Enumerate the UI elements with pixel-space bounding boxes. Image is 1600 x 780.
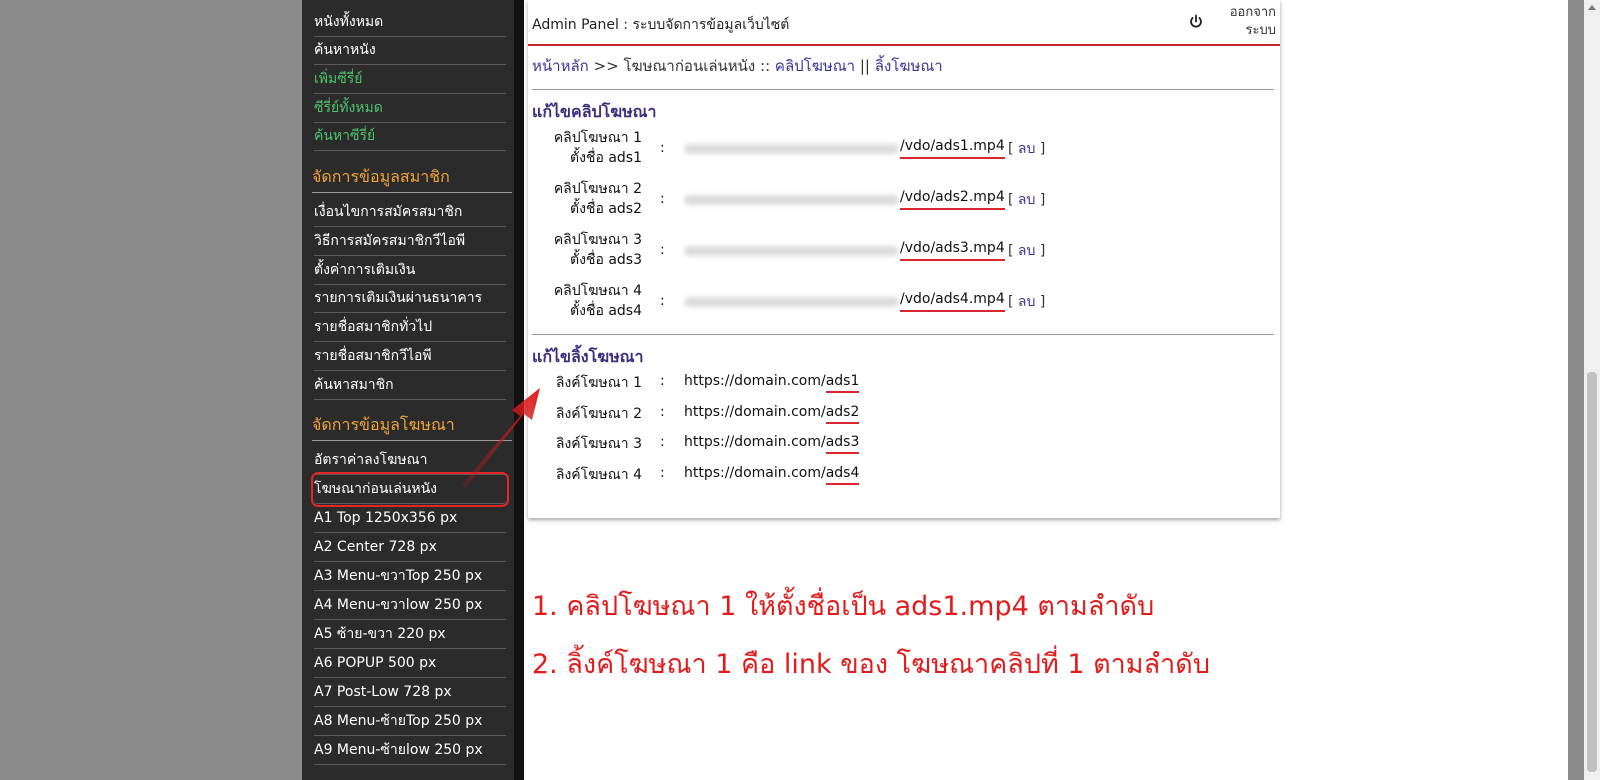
delete-clip-2: [ ลบ ] (1008, 192, 1046, 208)
delete-link[interactable]: ลบ (1018, 294, 1035, 310)
logout-button[interactable]: ออกจาก ระบบ (1212, 4, 1276, 40)
ad-link-url: https://domain.com/ads3 (684, 434, 860, 454)
clip-path: /vdo/ads1.mp4 (900, 138, 1005, 159)
clip-label: คลิปโฆษณา 2 ตั้งชื่อ ads2 (553, 181, 642, 217)
sidebar-item-ad-rates[interactable]: อัตราค่าลงโฆษณา (314, 446, 506, 475)
sidebar-item-search-movies[interactable]: ค้นหาหนัง (314, 36, 506, 65)
row-colon: : (660, 191, 665, 207)
sidebar-item-all-movies[interactable]: หนังทั้งหมด (314, 8, 506, 37)
sidebar-item-search-members[interactable]: ค้นหาสมาชิก (314, 371, 506, 400)
divider (532, 89, 1274, 90)
blurred-url-prefix (684, 297, 899, 307)
sidebar-item-a6[interactable]: A6 POPUP 500 px (314, 649, 506, 678)
breadcrumb: หน้าหลัก >> โฆษณาก่อนเล่นหนัง :: คลิปโฆษ… (532, 54, 943, 78)
breadcrumb-home-link[interactable]: หน้าหลัก (532, 57, 589, 75)
delete-link[interactable]: ลบ (1018, 192, 1035, 208)
row-colon: : (660, 465, 665, 481)
clip-label: คลิปโฆษณา 4 ตั้งชื่อ ads4 (553, 283, 642, 319)
power-icon[interactable] (1188, 14, 1204, 30)
row-colon: : (660, 434, 665, 450)
blurred-url-prefix (684, 144, 899, 154)
breadcrumb-links-link[interactable]: ลิ้งโฆษณา (875, 57, 943, 75)
sidebar-header-members: จัดการข้อมูลสมาชิก (312, 162, 512, 193)
page-scrollbar[interactable] (1584, 0, 1600, 780)
breadcrumb-clips-link[interactable]: คลิปโฆษณา (775, 57, 855, 75)
clip-row: คลิปโฆษณา 2 ตั้งชื่อ ads2 : /vdo/ads2.mp4… (532, 179, 1272, 221)
sidebar-item-a7[interactable]: A7 Post-Low 728 px (314, 678, 506, 707)
link-row: ลิงค์โฆษณา 4 : https://domain.com/ads4 (532, 465, 1272, 487)
clip-row: คลิปโฆษณา 3 ตั้งชื่อ ads3 : /vdo/ads3.mp4… (532, 230, 1272, 272)
instruction-note-2: 2. ลิ้งค์โฆษณา 1 คือ link ของ โฆษณาคลิปท… (532, 649, 1210, 680)
clip-path: /vdo/ads2.mp4 (900, 189, 1005, 210)
scrollbar-thumb[interactable] (1587, 372, 1597, 772)
clip-path: /vdo/ads3.mp4 (900, 240, 1005, 261)
sidebar-item-a1[interactable]: A1 Top 1250x356 px (314, 504, 506, 533)
clip-label: คลิปโฆษณา 1 ตั้งชื่อ ads1 (553, 130, 642, 166)
link-row: ลิงค์โฆษณา 1 : https://domain.com/ads1 (532, 373, 1272, 395)
sidebar-header-ads: จัดการข้อมูลโฆษณา (312, 410, 512, 441)
breadcrumb-separator: :: (760, 57, 771, 75)
scroll-up-arrow-icon[interactable] (1587, 3, 1597, 11)
top-bar: Admin Panel : ระบบจัดการข้อมูลเว็บไซต์ อ… (528, 0, 1280, 46)
clip-row: คลิปโฆษณา 4 ตั้งชื่อ ads4 : /vdo/ads4.mp4… (532, 281, 1272, 323)
delete-clip-3: [ ลบ ] (1008, 243, 1046, 259)
sidebar-item-vip-howto[interactable]: วิธีการสมัครสมาชิกวีไอพี (314, 227, 506, 256)
clip-label: คลิปโฆษณา 3 ตั้งชื่อ ads3 (553, 232, 642, 268)
instruction-note-1: 1. คลิปโฆษณา 1 ให้ตั้งชื่อเป็น ads1.mp4 … (532, 591, 1155, 622)
sidebar-item-bank-topups[interactable]: รายการเติมเงินผ่านธนาคาร (314, 284, 506, 313)
link-label: ลิงค์โฆษณา 3 (555, 436, 642, 452)
breadcrumb-separator: || (859, 57, 870, 75)
link-label: ลิงค์โฆษณา 1 (555, 375, 642, 391)
ad-link-url: https://domain.com/ads2 (684, 404, 860, 424)
link-row: ลิงค์โฆษณา 3 : https://domain.com/ads3 (532, 434, 1272, 456)
logout-label-line1: ออกจาก (1229, 5, 1276, 20)
link-label: ลิงค์โฆษณา 4 (555, 467, 642, 483)
clip-path: /vdo/ads4.mp4 (900, 291, 1005, 312)
sidebar-item-general-members[interactable]: รายชื่อสมาชิกทั่วไป (314, 313, 506, 342)
sidebar-item-topup-settings[interactable]: ตั้งค่าการเติมเงิน (314, 256, 506, 285)
delete-clip-1: [ ลบ ] (1008, 141, 1046, 157)
sidebar-item-member-terms[interactable]: เงื่อนไขการสมัครสมาชิก (314, 198, 506, 227)
sidebar-divider (514, 0, 524, 780)
delete-link[interactable]: ลบ (1018, 243, 1035, 259)
section-title-edit-links: แก้ไขลิ้งโฆษณา (532, 347, 644, 366)
sidebar-item-a4[interactable]: A4 Menu-ขวาlow 250 px (314, 591, 506, 620)
breadcrumb-separator: >> (593, 57, 619, 75)
main-content: Admin Panel : ระบบจัดการข้อมูลเว็บไซต์ อ… (524, 0, 1568, 780)
link-row: ลิงค์โฆษณา 2 : https://domain.com/ads2 (532, 404, 1272, 426)
row-colon: : (660, 373, 665, 389)
blurred-url-prefix (684, 195, 899, 205)
link-label: ลิงค์โฆษณา 2 (555, 406, 642, 422)
sidebar-item-all-series[interactable]: ซีรี่ย์ทั้งหมด (314, 94, 506, 123)
divider (532, 334, 1274, 335)
section-title-edit-clips: แก้ไขคลิปโฆษณา (532, 102, 657, 121)
sidebar-item-vip-members[interactable]: รายชื่อสมาชิกวีไอพี (314, 342, 506, 371)
delete-clip-4: [ ลบ ] (1008, 294, 1046, 310)
sidebar-item-a3[interactable]: A3 Menu-ขวาTop 250 px (314, 562, 506, 591)
blurred-url-prefix (684, 246, 899, 256)
sidebar: หนังทั้งหมด ค้นหาหนัง เพิ่มซีรี่ย์ ซีรี่… (302, 0, 522, 780)
sidebar-item-a8[interactable]: A8 Menu-ซ้ายTop 250 px (314, 707, 506, 736)
sidebar-item-search-series[interactable]: ค้นหาซีรี่ย์ (314, 122, 506, 151)
breadcrumb-current: โฆษณาก่อนเล่นหนัง (623, 57, 756, 75)
content-panel: Admin Panel : ระบบจัดการข้อมูลเว็บไซต์ อ… (528, 0, 1280, 518)
ad-link-url: https://domain.com/ads1 (684, 373, 860, 393)
row-colon: : (660, 404, 665, 420)
sidebar-item-a2[interactable]: A2 Center 728 px (314, 533, 506, 562)
row-colon: : (660, 242, 665, 258)
sidebar-item-a9[interactable]: A9 Menu-ซ้ายlow 250 px (314, 736, 506, 765)
logout-label-line2: ระบบ (1245, 23, 1276, 38)
ad-link-url: https://domain.com/ads4 (684, 465, 860, 485)
row-colon: : (660, 140, 665, 156)
delete-link[interactable]: ลบ (1018, 141, 1035, 157)
row-colon: : (660, 293, 665, 309)
sidebar-item-add-series[interactable]: เพิ่มซีรี่ย์ (314, 65, 506, 94)
sidebar-item-preroll-ads[interactable]: โฆษณาก่อนเล่นหนัง (311, 472, 509, 507)
clip-row: คลิปโฆษณา 1 ตั้งชื่อ ads1 : /vdo/ads1.mp4… (532, 128, 1272, 170)
admin-panel-title: Admin Panel : ระบบจัดการข้อมูลเว็บไซต์ (532, 17, 790, 33)
sidebar-item-a5[interactable]: A5 ซ้าย-ขวา 220 px (314, 620, 506, 649)
